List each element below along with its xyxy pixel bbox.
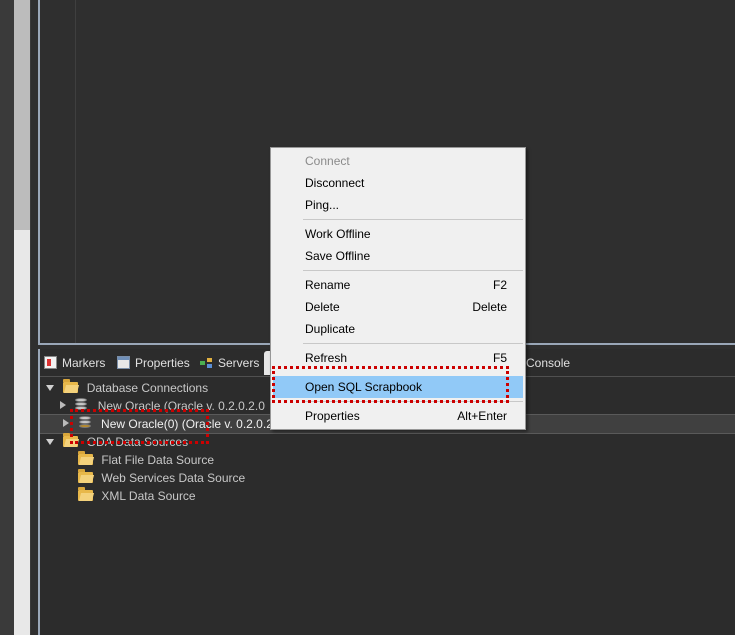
menu-item-ping[interactable]: Ping... — [273, 194, 523, 216]
tab-servers[interactable]: Servers — [200, 353, 259, 373]
tab-console[interactable]: Console — [526, 353, 570, 373]
collapsed-toggle-icon[interactable] — [63, 419, 70, 427]
servers-icon — [200, 356, 213, 369]
collapsed-toggle-icon[interactable] — [60, 401, 66, 409]
folder-icon — [78, 469, 93, 483]
menu-separator — [303, 343, 523, 344]
tree-item-xml-data-source[interactable]: XML Data Source — [78, 487, 196, 505]
folder-icon — [78, 487, 93, 501]
menu-separator — [303, 219, 523, 220]
menu-item-connect[interactable]: Connect — [273, 150, 523, 172]
folder-icon — [63, 379, 79, 393]
menu-item-duplicate[interactable]: Duplicate — [273, 318, 523, 340]
menu-item-rename[interactable]: Rename F2 — [273, 274, 523, 296]
menu-item-disconnect[interactable]: Disconnect — [273, 172, 523, 194]
menu-item-delete[interactable]: Delete Delete — [273, 296, 523, 318]
folder-icon — [78, 451, 93, 465]
menu-separator — [303, 270, 523, 271]
markers-icon — [44, 356, 57, 369]
menu-item-save-offline[interactable]: Save Offline — [273, 245, 523, 267]
tab-properties[interactable]: Properties — [117, 353, 190, 373]
tree-item-database-connections[interactable]: Database Connections — [46, 379, 208, 397]
menu-item-properties[interactable]: Properties Alt+Enter — [273, 405, 523, 427]
left-scrollbar-thumb[interactable] — [14, 0, 30, 230]
expand-toggle-icon[interactable] — [46, 385, 54, 391]
menu-item-work-offline[interactable]: Work Offline — [273, 223, 523, 245]
tree-item-web-services-data-source[interactable]: Web Services Data Source — [78, 469, 245, 487]
tab-markers[interactable]: Markers — [44, 353, 105, 373]
expand-toggle-icon[interactable] — [46, 439, 54, 445]
editor-ruler — [75, 0, 76, 344]
properties-icon — [117, 356, 130, 369]
annotation-box-open-sql-scrapbook — [272, 366, 509, 403]
tree-item-flat-file-data-source[interactable]: Flat File Data Source — [78, 451, 214, 469]
annotation-box-selected-connection — [70, 409, 209, 444]
